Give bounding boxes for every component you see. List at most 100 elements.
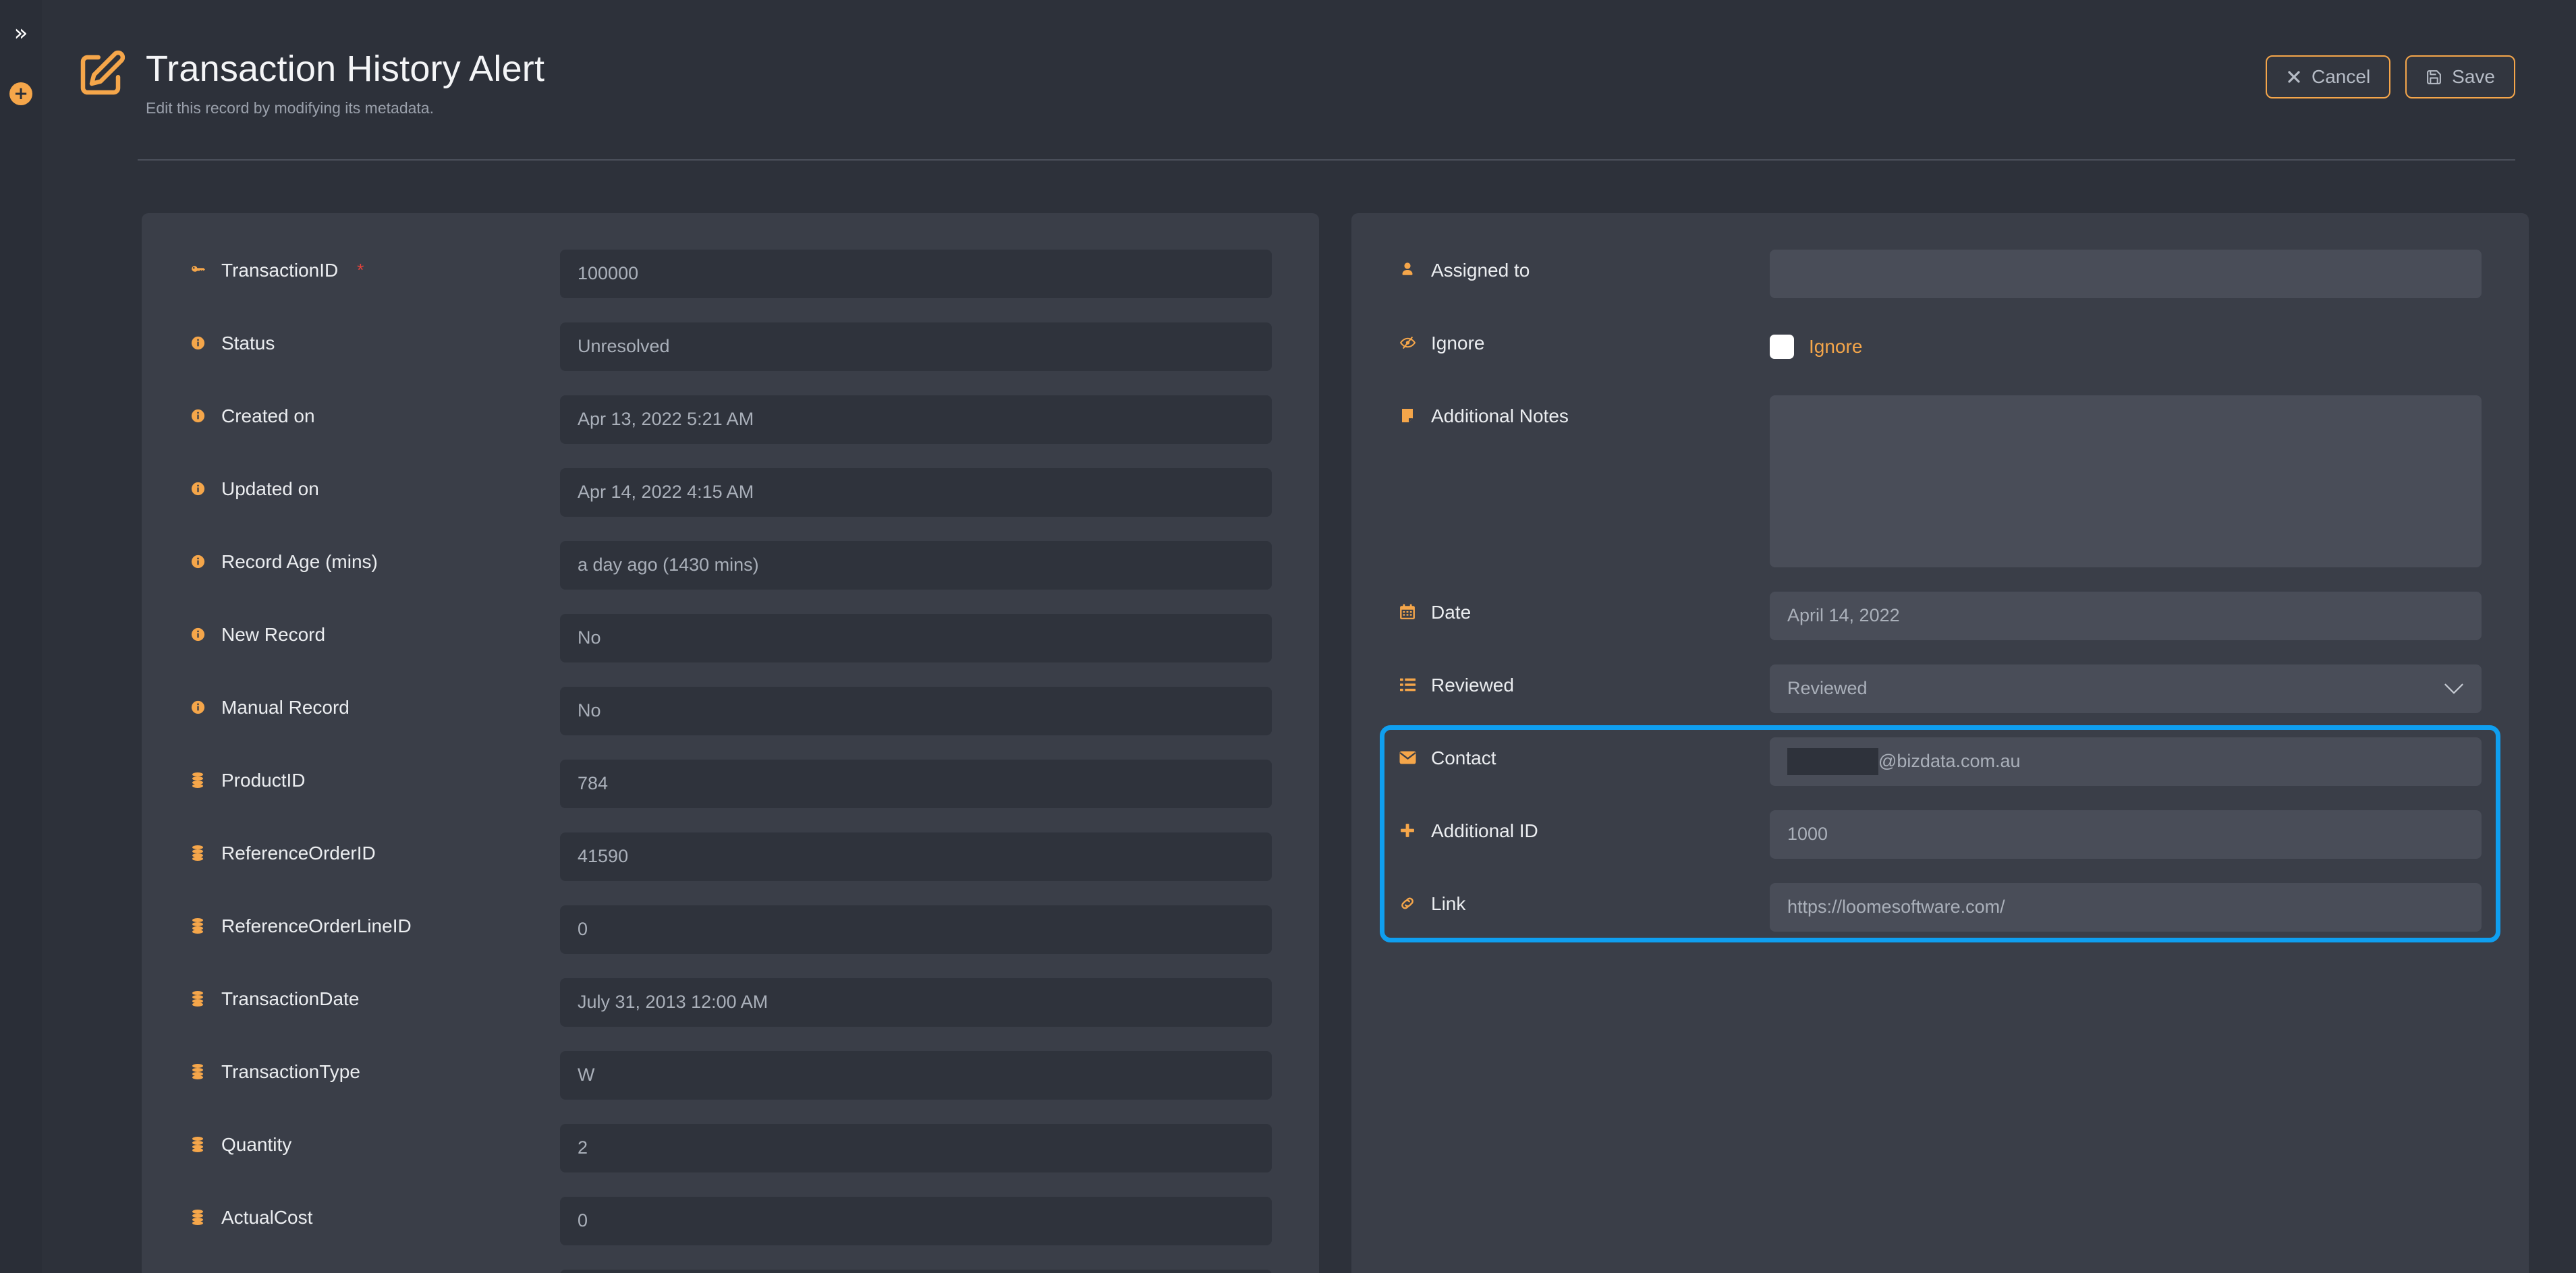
field-control: 2	[560, 1123, 1272, 1172]
chain-link-icon	[1399, 895, 1416, 911]
referenceorderid-input[interactable]: 41590	[560, 832, 1272, 881]
field-label-text: ProductID	[221, 769, 306, 791]
expand-sidebar-icon[interactable]: »	[14, 22, 28, 45]
field-label-text: Date	[1431, 601, 1472, 623]
field-transactionid: TransactionID * 100000	[189, 249, 1272, 298]
field-control: W	[560, 1050, 1272, 1100]
field-label: ProductID	[189, 760, 560, 792]
field-label-text: Ignore	[1431, 332, 1485, 353]
transactiontype-input[interactable]: W	[560, 1050, 1272, 1100]
save-button[interactable]: Save	[2405, 55, 2515, 98]
modifieddate-input[interactable]: July 31, 2013 12:00 AM	[560, 1269, 1272, 1273]
main-content: Transaction History Alert Edit this reco…	[42, 0, 2576, 1273]
info-icon	[189, 554, 206, 569]
assigned-to-input[interactable]	[1770, 249, 2482, 298]
field-transactiontype: TransactionType W	[189, 1050, 1272, 1100]
field-label-text: ActualCost	[221, 1206, 313, 1228]
page-header: Transaction History Alert Edit this reco…	[42, 0, 2576, 117]
field-manual-record: Manual Record No	[189, 686, 1272, 735]
field-label-text: TransactionType	[221, 1060, 360, 1082]
cancel-button-label: Cancel	[2312, 66, 2371, 87]
field-control: https://loomesoftware.com/	[1770, 882, 2482, 932]
database-icon	[189, 1063, 206, 1080]
ignore-checkbox-wrap: Ignore	[1770, 322, 2482, 371]
field-ignore: Ignore Ignore	[1399, 322, 2482, 371]
field-label: New Record	[189, 614, 560, 646]
field-control: July 31, 2013 12:00 AM	[560, 978, 1272, 1027]
note-icon	[1399, 407, 1416, 424]
field-actualcost: ActualCost 0	[189, 1196, 1272, 1245]
field-label-text: Created on	[221, 405, 315, 426]
info-icon	[189, 335, 206, 351]
field-label-text: TransactionDate	[221, 988, 360, 1009]
record-age-input[interactable]: a day ago (1430 mins)	[560, 540, 1272, 590]
quantity-input[interactable]: 2	[560, 1123, 1272, 1172]
field-label: Contact	[1399, 737, 1770, 770]
field-label: TransactionID *	[189, 250, 560, 282]
highlighted-field-group: Contact @bizdata.com.au Additional ID 10…	[1380, 725, 2500, 942]
status-input[interactable]: Unresolved	[560, 322, 1272, 371]
field-control: Unresolved	[560, 322, 1272, 371]
transactiondate-input[interactable]: July 31, 2013 12:00 AM	[560, 978, 1272, 1027]
field-control: 784	[560, 759, 1272, 808]
field-label: Status	[189, 322, 560, 355]
field-link: Link https://loomesoftware.com/	[1399, 882, 2482, 932]
info-icon	[189, 481, 206, 497]
actualcost-input[interactable]: 0	[560, 1196, 1272, 1245]
info-icon	[189, 627, 206, 642]
field-control: No	[560, 613, 1272, 662]
additional-id-input[interactable]: 1000	[1770, 810, 2482, 859]
additional-notes-textarea[interactable]	[1770, 395, 2482, 567]
cancel-button[interactable]: Cancel	[2266, 55, 2391, 98]
contact-input[interactable]: @bizdata.com.au	[1770, 737, 2482, 786]
database-icon	[189, 772, 206, 789]
header-texts: Transaction History Alert Edit this reco…	[146, 46, 2266, 117]
field-label-text: Contact	[1431, 747, 1496, 768]
field-modifieddate: ModifiedDate July 31, 2013 12:00 AM	[189, 1269, 1272, 1273]
field-label-text: Additional ID	[1431, 820, 1538, 841]
required-marker: *	[357, 259, 364, 280]
field-control: 1000	[1770, 810, 2482, 859]
field-additional-id: Additional ID 1000	[1399, 810, 2482, 859]
field-label: Created on	[189, 395, 560, 428]
field-referenceorderid: ReferenceOrderID 41590	[189, 832, 1272, 881]
field-label-text: ReferenceOrderLineID	[221, 915, 412, 936]
transactionid-input[interactable]: 100000	[560, 249, 1272, 298]
field-label: Manual Record	[189, 687, 560, 719]
eye-slash-icon	[1399, 335, 1416, 350]
field-control: Apr 14, 2022 4:15 AM	[560, 468, 1272, 517]
header-actions: Cancel Save	[2266, 46, 2515, 98]
updated-on-input[interactable]: Apr 14, 2022 4:15 AM	[560, 468, 1272, 517]
info-icon	[189, 408, 206, 424]
chevron-down-icon	[2444, 683, 2464, 695]
field-label: Updated on	[189, 468, 560, 501]
field-status: Status Unresolved	[189, 322, 1272, 371]
floppy-disk-icon	[2426, 69, 2442, 86]
left-rail: » +	[0, 0, 42, 1273]
new-record-input[interactable]: No	[560, 613, 1272, 662]
manual-record-input[interactable]: No	[560, 686, 1272, 735]
contact-email-suffix: @bizdata.com.au	[1878, 751, 2021, 772]
productid-input[interactable]: 784	[560, 759, 1272, 808]
field-label: TransactionType	[189, 1051, 560, 1083]
plus-circle-icon[interactable]: +	[9, 82, 32, 105]
created-on-input[interactable]: Apr 13, 2022 5:21 AM	[560, 395, 1272, 444]
field-label: ModifiedDate	[189, 1270, 560, 1273]
edit-record-icon	[74, 49, 127, 101]
date-input[interactable]: April 14, 2022	[1770, 591, 2482, 640]
ignore-checkbox[interactable]	[1770, 334, 1794, 359]
reviewed-select[interactable]: Reviewed	[1770, 664, 2482, 713]
field-control: No	[560, 686, 1272, 735]
field-label: Record Age (mins)	[189, 541, 560, 573]
database-icon	[189, 1136, 206, 1153]
plus-icon	[1399, 823, 1416, 838]
field-label: Additional Notes	[1399, 395, 1770, 428]
field-label: Additional ID	[1399, 810, 1770, 843]
referenceorderlineid-input[interactable]: 0	[560, 905, 1272, 954]
link-input[interactable]: https://loomesoftware.com/	[1770, 882, 2482, 932]
field-control: Apr 13, 2022 5:21 AM	[560, 395, 1272, 444]
list-icon	[1399, 677, 1416, 692]
field-reviewed: Reviewed Reviewed	[1399, 664, 2482, 713]
field-contact: Contact @bizdata.com.au	[1399, 737, 2482, 786]
key-icon	[189, 262, 206, 279]
